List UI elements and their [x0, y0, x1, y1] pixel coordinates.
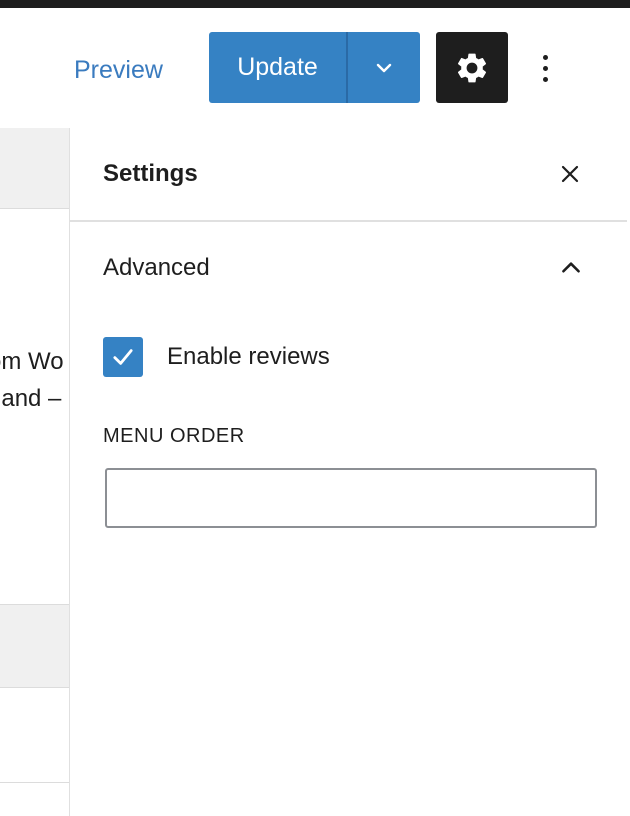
canvas-text-line: om Wo — [0, 348, 64, 375]
chevron-up-icon — [562, 262, 580, 273]
truncated-toolbar-link[interactable]: t — [0, 56, 10, 84]
canvas-block-band — [0, 604, 69, 688]
collapse-panel-button[interactable] — [553, 250, 589, 286]
canvas-divider — [0, 782, 69, 783]
top-edge-bar — [0, 0, 630, 8]
chevron-down-icon — [376, 63, 392, 72]
advanced-panel-toggle[interactable]: Advanced — [70, 222, 627, 318]
update-options-toggle[interactable] — [348, 32, 420, 103]
checkmark-icon — [113, 349, 133, 365]
more-options-button[interactable] — [528, 48, 562, 88]
enable-reviews-checkbox[interactable] — [103, 337, 143, 377]
menu-order-input[interactable] — [105, 468, 597, 528]
canvas-text-line: nand – — [0, 385, 62, 412]
sidebar-title: Settings — [103, 160, 198, 187]
sidebar-header: Settings — [70, 128, 627, 222]
preview-button[interactable]: Preview — [74, 56, 163, 84]
enable-reviews-row: Enable reviews — [103, 336, 330, 378]
menu-order-label: MENU ORDER — [103, 425, 245, 447]
canvas-block-band — [0, 128, 69, 209]
panel-title: Advanced — [103, 254, 210, 281]
editor-canvas: om Wo nand – — [0, 128, 69, 816]
vertical-ellipsis-icon — [542, 54, 548, 60]
settings-toggle-button[interactable] — [436, 32, 508, 103]
gear-icon — [457, 53, 487, 82]
settings-sidebar: Settings Advanced Enable reviews MENU OR… — [69, 128, 630, 816]
close-settings-button[interactable] — [552, 156, 588, 192]
editor-toolbar: t Preview Update — [0, 8, 630, 128]
update-button[interactable]: Update — [209, 32, 346, 103]
update-button-group: Update — [209, 32, 420, 103]
enable-reviews-label[interactable]: Enable reviews — [167, 343, 330, 371]
close-icon — [561, 165, 579, 183]
